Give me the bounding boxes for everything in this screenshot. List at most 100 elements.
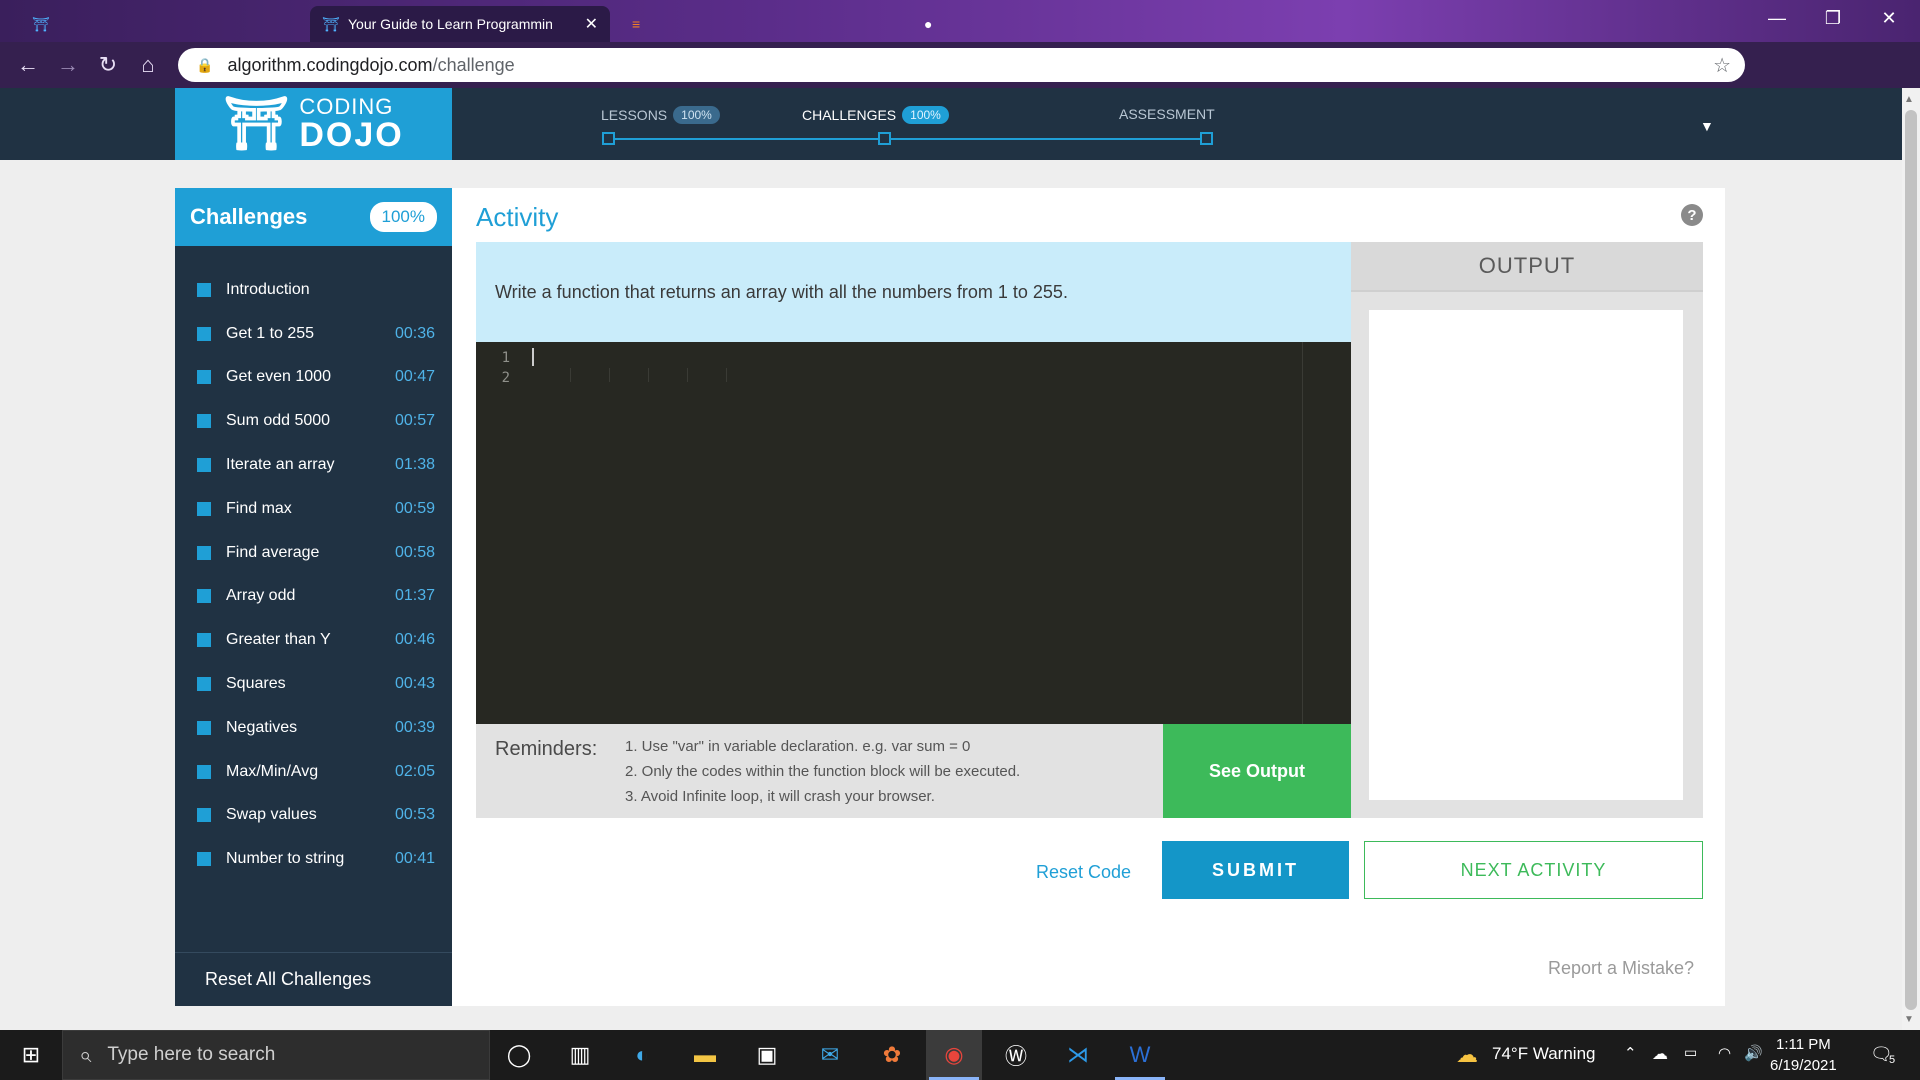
completed-square-icon — [197, 501, 211, 516]
completed-square-icon — [197, 458, 211, 473]
challenge-item[interactable]: Array odd 01:37 — [175, 575, 452, 619]
step-lessons[interactable]: LESSONS 100% — [601, 106, 720, 124]
xampp-icon[interactable]: ✿ — [877, 1040, 907, 1070]
indent-guide — [726, 368, 727, 382]
github-favicon-icon: ● — [924, 16, 933, 32]
challenge-item[interactable]: Max/Min/Avg 02:05 — [175, 750, 452, 794]
step-node-assessment[interactable] — [1200, 132, 1213, 145]
close-window-icon[interactable]: ✕ — [1862, 0, 1916, 36]
completed-square-icon — [197, 414, 211, 429]
indent-guide — [687, 368, 688, 382]
logo-line1: CODING — [299, 94, 394, 119]
challenge-item[interactable]: Number to string 00:41 — [175, 837, 452, 881]
browser-toolbar: ← → ↻ ⌂ 🔒 algorithm.codingdojo.com/chall… — [0, 42, 1920, 122]
challenge-item[interactable]: Swap values 00:53 — [175, 794, 452, 838]
completed-square-icon — [197, 326, 211, 341]
lessons-progress-badge: 100% — [673, 106, 720, 124]
prompt-text: Write a function that returns an array w… — [495, 281, 1068, 302]
weather-icon[interactable]: ☁ — [1452, 1040, 1482, 1070]
code-editor[interactable]: 1 2 — [476, 342, 1351, 724]
back-icon[interactable]: ← — [8, 52, 48, 78]
reload-icon[interactable]: ↻ — [88, 52, 128, 78]
file-explorer-icon[interactable]: ▬ — [690, 1040, 720, 1070]
edge-icon[interactable]: ◐ — [627, 1040, 657, 1070]
submit-button[interactable]: SUBMIT — [1162, 841, 1349, 899]
scroll-up-icon[interactable]: ▲ — [1904, 94, 1914, 105]
print-margin — [1302, 342, 1303, 724]
step-node-challenges[interactable] — [878, 132, 891, 145]
line-number-gutter: 1 2 — [476, 342, 526, 724]
completed-square-icon — [197, 282, 211, 297]
scrollbar-thumb[interactable] — [1905, 110, 1917, 1010]
bookmark-star-icon[interactable]: ☆ — [1713, 53, 1731, 78]
challenge-item[interactable]: Negatives 00:39 — [175, 706, 452, 750]
account-dropdown-caret-icon[interactable]: ▼ — [1700, 118, 1714, 134]
coding-dojo-logo[interactable]: ⛩ CODING DOJO — [175, 88, 452, 160]
output-panel: OUTPUT — [1351, 242, 1703, 818]
windows-taskbar: ⊞ ⌕ Type here to search ◯ ▥ ◐ ▬ ▣ ✉ ✿ ◉ … — [0, 1030, 1920, 1080]
taskbar-search-box[interactable]: ⌕ Type here to search — [62, 1030, 490, 1080]
address-bar[interactable]: 🔒 algorithm.codingdojo.com/challenge ☆ — [178, 48, 1745, 82]
completed-square-icon — [197, 677, 211, 692]
wifi-icon[interactable]: ◠ — [1718, 1044, 1731, 1062]
challenge-item[interactable]: Greater than Y 00:46 — [175, 618, 452, 662]
tray-chevron-icon[interactable]: ⌃ — [1624, 1044, 1637, 1062]
completed-square-icon — [197, 545, 211, 560]
word-icon[interactable]: W — [1125, 1040, 1155, 1070]
reset-code-link[interactable]: Reset Code — [1036, 862, 1131, 883]
step-challenges[interactable]: CHALLENGES 100% — [802, 106, 949, 124]
step-assessment[interactable]: ASSESSMENT — [1119, 106, 1215, 122]
challenge-item[interactable]: Find max 00:59 — [175, 487, 452, 531]
search-icon: ⌕ — [79, 1042, 92, 1067]
challenge-item[interactable]: Find average 00:58 — [175, 531, 452, 575]
step-node-lessons[interactable] — [602, 132, 615, 145]
completed-square-icon — [197, 589, 211, 604]
home-icon[interactable]: ⌂ — [128, 52, 168, 78]
challenge-item[interactable]: Get 1 to 255 00:36 — [175, 312, 452, 356]
browser-tab[interactable]: ● — [912, 6, 1312, 42]
torii-gate-icon: ⛩ — [223, 93, 290, 154]
battery-icon[interactable]: ▭ — [1684, 1044, 1697, 1061]
line-number: 1 — [501, 350, 510, 366]
output-area — [1369, 310, 1683, 800]
chrome-icon[interactable]: ◉ — [939, 1040, 969, 1070]
minimize-icon[interactable]: — — [1750, 0, 1804, 36]
vscode-icon[interactable]: ⋊ — [1063, 1040, 1093, 1070]
completed-square-icon — [197, 764, 211, 779]
mail-icon[interactable]: ✉ — [815, 1040, 845, 1070]
see-output-button[interactable]: See Output — [1163, 724, 1351, 818]
cortana-icon[interactable]: ◯ — [504, 1040, 534, 1070]
stackoverflow-favicon-icon: ≡ — [632, 16, 641, 32]
browser-tab[interactable]: ⛩ — [20, 6, 300, 42]
onedrive-icon[interactable]: ☁ — [1652, 1044, 1668, 1064]
browser-tab-active[interactable]: ⛩ Your Guide to Learn Programmin ✕ — [310, 6, 610, 42]
windows-start-icon[interactable]: ⊞ — [0, 1030, 62, 1080]
challenge-item[interactable]: Iterate an array 01:38 — [175, 443, 452, 487]
activity-title: Activity — [476, 202, 559, 232]
task-view-icon[interactable]: ▥ — [565, 1040, 595, 1070]
reset-all-challenges-button[interactable]: Reset All Challenges — [175, 952, 452, 1006]
taskbar-clock[interactable]: 1:11 PM 6/19/2021 — [1770, 1034, 1837, 1076]
forward-icon[interactable]: → — [48, 52, 88, 78]
sidebar-title: Challenges — [190, 204, 308, 229]
weather-text[interactable]: 74°F Warning — [1492, 1044, 1596, 1064]
challenge-item[interactable]: Sum odd 5000 00:57 — [175, 399, 452, 443]
volume-icon[interactable]: 🔊 — [1744, 1044, 1763, 1062]
report-mistake-link[interactable]: Report a Mistake? — [1548, 958, 1694, 979]
challenge-item[interactable]: Get even 1000 00:47 — [175, 356, 452, 400]
challenge-item[interactable]: Introduction — [175, 268, 452, 312]
store-icon[interactable]: ▣ — [752, 1040, 782, 1070]
output-title: OUTPUT — [1351, 242, 1703, 292]
help-icon[interactable]: ? — [1681, 204, 1703, 226]
sidebar-header: Challenges 100% — [175, 188, 452, 246]
browser-tab[interactable]: ≡ — [620, 6, 900, 42]
sidebar-progress-badge: 100% — [369, 202, 437, 232]
scroll-down-icon[interactable]: ▼ — [1904, 1014, 1914, 1025]
close-tab-icon[interactable]: ✕ — [585, 14, 598, 34]
reminders-title: Reminders: — [495, 738, 598, 760]
challenge-item[interactable]: Squares 00:43 — [175, 662, 452, 706]
activity-panel: Activity ? Write a function that returns… — [452, 188, 1725, 1006]
restore-icon[interactable]: ❐ — [1806, 0, 1860, 36]
next-activity-button[interactable]: NEXT ACTIVITY — [1364, 841, 1703, 899]
app-circle-icon[interactable]: Ⓦ — [1001, 1040, 1031, 1070]
